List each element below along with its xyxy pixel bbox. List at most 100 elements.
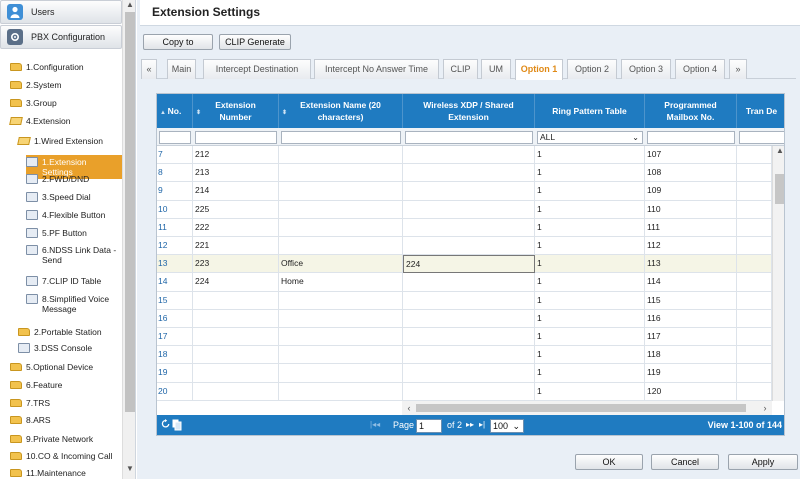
cell-extra[interactable]	[737, 364, 772, 383]
cell-no[interactable]: 18	[157, 346, 193, 365]
cell-no[interactable]: 16	[157, 309, 193, 328]
cell-name[interactable]	[279, 382, 403, 401]
cell-mailbox[interactable]: 118	[645, 346, 737, 365]
tree-item-11[interactable]: 6.NDSS Link Data - Send	[26, 245, 122, 265]
table-row[interactable]: 14 224 Home 1 114	[157, 273, 772, 292]
cell-extra[interactable]	[737, 346, 772, 365]
cell-no[interactable]: 11	[157, 218, 193, 237]
cell-name[interactable]	[279, 328, 403, 346]
tree-item-1[interactable]: 1.Configuration	[10, 62, 84, 72]
first-page-icon[interactable]: |◂◂	[370, 420, 380, 429]
cell-name[interactable]	[279, 346, 403, 365]
cell-mailbox[interactable]: 113	[645, 255, 737, 274]
tree-item-12[interactable]: 7.CLIP ID Table	[26, 276, 122, 286]
cell-name[interactable]	[279, 237, 403, 255]
cell-extra[interactable]	[737, 328, 772, 346]
tab-11[interactable]: »	[729, 59, 747, 79]
cell-wireless[interactable]	[403, 364, 535, 383]
cell-extra[interactable]	[737, 218, 772, 237]
cell-wireless[interactable]	[403, 164, 535, 183]
tree-item-9[interactable]: 4.Flexible Button	[26, 210, 122, 220]
tab-7[interactable]: Option 1	[515, 59, 563, 80]
cell-mailbox[interactable]: 114	[645, 273, 737, 292]
page-number-input[interactable]: 1	[416, 419, 442, 433]
table-row[interactable]: 12 221 1 112	[157, 237, 772, 256]
column-header-7[interactable]: Tran De	[737, 94, 784, 128]
pbx-configuration-button[interactable]: PBX Configuration	[0, 25, 122, 49]
table-row[interactable]: 15 1 115	[157, 291, 772, 310]
cell-wireless[interactable]: 224	[403, 255, 535, 274]
column-header-1[interactable]: ▲ No.	[157, 94, 193, 128]
cell-wireless[interactable]	[403, 200, 535, 219]
filter-input-1[interactable]	[159, 131, 191, 144]
grid-scroll-left-icon[interactable]: ‹	[402, 401, 416, 415]
refresh-icon[interactable]	[161, 419, 170, 432]
filter-input-7[interactable]	[739, 131, 784, 144]
cell-ext[interactable]	[193, 309, 279, 328]
grid-scroll-right-icon[interactable]: ›	[758, 401, 772, 415]
cell-wireless[interactable]	[403, 382, 535, 401]
cell-ring[interactable]: 1	[535, 382, 645, 401]
table-row[interactable]: 17 1 117	[157, 328, 772, 347]
table-row[interactable]: 13 223 Office 224 1 113	[157, 255, 772, 274]
cell-no[interactable]: 19	[157, 364, 193, 383]
cell-ring[interactable]: 1	[535, 273, 645, 292]
cell-no[interactable]: 10	[157, 200, 193, 219]
cell-no[interactable]: 9	[157, 182, 193, 201]
tab-9[interactable]: Option 3	[621, 59, 671, 79]
cell-mailbox[interactable]: 120	[645, 382, 737, 401]
tree-item-21[interactable]: 10.CO & Incoming Call	[10, 451, 112, 461]
cell-name[interactable]	[279, 364, 403, 383]
cell-ring[interactable]: 1	[535, 200, 645, 219]
table-row[interactable]: 20 1 120	[157, 382, 772, 401]
tree-item-15[interactable]: 3.DSS Console	[18, 343, 92, 353]
cell-extra[interactable]	[737, 146, 772, 164]
cell-no[interactable]: 12	[157, 237, 193, 255]
grid-scroll-up-icon[interactable]: ▲	[773, 146, 784, 155]
cell-mailbox[interactable]: 110	[645, 200, 737, 219]
tree-item-18[interactable]: 7.TRS	[10, 398, 50, 408]
table-row[interactable]: 16 1 116	[157, 309, 772, 328]
tab-2[interactable]: Main	[167, 59, 196, 79]
cell-wireless[interactable]	[403, 273, 535, 292]
column-header-6[interactable]: Programmed Mailbox No.	[645, 94, 737, 128]
cell-ring[interactable]: 1	[535, 237, 645, 255]
cell-mailbox[interactable]: 111	[645, 218, 737, 237]
cell-wireless[interactable]	[403, 146, 535, 164]
cell-mailbox[interactable]: 119	[645, 364, 737, 383]
cell-ext[interactable]	[193, 346, 279, 365]
cell-no[interactable]: 20	[157, 382, 193, 401]
copy-rows-icon[interactable]	[172, 419, 182, 433]
tab-1[interactable]: «	[141, 59, 157, 79]
users-button[interactable]: Users	[0, 0, 122, 24]
table-row[interactable]: 8 213 1 108	[157, 164, 772, 183]
cell-ext[interactable]	[193, 291, 279, 310]
tree-item-5[interactable]: 1.Wired Extension	[17, 136, 103, 146]
cell-wireless[interactable]	[403, 309, 535, 328]
cell-ring[interactable]: 1	[535, 146, 645, 164]
table-row[interactable]: 19 1 119	[157, 364, 772, 383]
cell-extra[interactable]	[737, 164, 772, 183]
tree-item-16[interactable]: 5.Optional Device	[10, 362, 93, 372]
cell-extra[interactable]	[737, 200, 772, 219]
cell-extra[interactable]	[737, 255, 772, 274]
cell-ext[interactable]	[193, 328, 279, 346]
cell-extra[interactable]	[737, 273, 772, 292]
cell-ring[interactable]: 1	[535, 255, 645, 274]
cell-mailbox[interactable]: 112	[645, 237, 737, 255]
cell-no[interactable]: 7	[157, 146, 193, 164]
cell-ring[interactable]: 1	[535, 291, 645, 310]
cell-mailbox[interactable]: 108	[645, 164, 737, 183]
cell-ext[interactable]	[193, 364, 279, 383]
filter-input-2[interactable]	[195, 131, 277, 144]
cell-ext[interactable]: 214	[193, 182, 279, 201]
table-row[interactable]: 10 225 1 110	[157, 200, 772, 219]
table-row[interactable]: 7 212 1 107	[157, 146, 772, 165]
cell-mailbox[interactable]: 107	[645, 146, 737, 164]
ok-button[interactable]: OK	[575, 454, 643, 470]
table-row[interactable]: 18 1 118	[157, 346, 772, 365]
tree-item-10[interactable]: 5.PF Button	[26, 228, 122, 238]
cell-ring[interactable]: 1	[535, 309, 645, 328]
cell-ring[interactable]: 1	[535, 218, 645, 237]
cell-extra[interactable]	[737, 237, 772, 255]
